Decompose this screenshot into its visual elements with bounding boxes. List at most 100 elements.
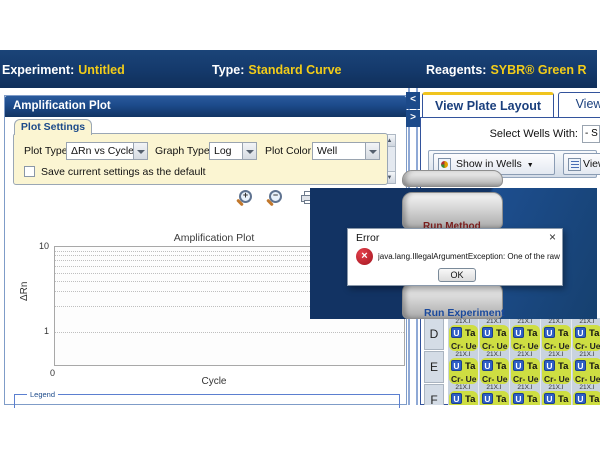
caret-down-icon: ▼ — [527, 162, 534, 169]
well-target: Ta — [558, 394, 568, 405]
well[interactable]: 21X.IUTaCr- Ue — [541, 351, 572, 384]
well[interactable]: 21X.IUTaCr- Ue — [541, 318, 572, 351]
collapse-left-icon[interactable]: < — [406, 92, 420, 109]
experiment-label: Experiment: — [2, 63, 74, 77]
well[interactable]: 21X.IUTaCr- Ue — [448, 351, 479, 384]
plot-type-label: Plot Type: — [24, 145, 71, 157]
well[interactable]: 21X.IUTaCr- Ue — [510, 318, 541, 351]
well-circle: UTaCr- Ue — [542, 358, 571, 384]
well-top-label: 21X.I — [541, 384, 571, 391]
ok-button[interactable]: OK — [438, 268, 476, 282]
well-circle: UTaCr- Ue — [511, 358, 540, 384]
well-top-label: 21X.I — [572, 384, 600, 391]
well-target: Ta — [558, 361, 568, 372]
plate-row-F: F21X.IUTaCr- Ue21X.IUTaCr- Ue21X.IUTaCr-… — [424, 384, 600, 405]
well-top-label: 21X.I — [510, 384, 540, 391]
well[interactable]: 21X.IUTaCr- Ue — [448, 318, 479, 351]
well-circle: UTaCr- Ue — [480, 391, 509, 405]
select-wells-dropdown[interactable]: - S — [582, 125, 600, 143]
graph-type-label: Graph Type: — [155, 145, 213, 157]
plot-color-dropdown[interactable]: Well — [312, 142, 380, 160]
close-icon[interactable]: × — [549, 230, 556, 244]
plot-color-label: Plot Color: — [265, 145, 314, 157]
chevron-down-icon[interactable] — [242, 143, 256, 159]
well-top-label: 21X.I — [541, 351, 571, 358]
tab-view-well-table[interactable]: View — [558, 92, 600, 118]
well-subtext: Cr- Ue — [451, 374, 477, 384]
type-value: Standard Curve — [248, 63, 341, 77]
run-experiment-label[interactable]: Run Experiment — [424, 307, 505, 319]
well-circle: UTaCr- Ue — [480, 358, 509, 384]
select-wells-label: Select Wells With: — [458, 128, 578, 140]
unknown-task-icon: U — [482, 393, 493, 404]
unknown-task-icon: U — [575, 393, 586, 404]
well-subtext: Cr- Ue — [513, 374, 539, 384]
well[interactable]: 21X.IUTaCr- Ue — [572, 351, 600, 384]
zoom-in-icon[interactable]: + — [239, 190, 252, 203]
unknown-task-icon: U — [482, 360, 493, 371]
well-circle: UTaCr- Ue — [480, 325, 509, 351]
well[interactable]: 21X.IUTaCr- Ue — [541, 384, 572, 405]
unknown-task-icon: U — [575, 360, 586, 371]
well-subtext: Cr- Ue — [451, 341, 477, 351]
well-top-label: 21X.I — [510, 351, 540, 358]
chevron-down-icon[interactable] — [133, 143, 147, 159]
well[interactable]: 21X.IUTaCr- Ue — [479, 351, 510, 384]
well[interactable]: 21X.IUTaCr- Ue — [479, 384, 510, 405]
well-target: Ta — [465, 361, 475, 372]
well-subtext: Cr- Ue — [482, 341, 508, 351]
legend-box: Legend — [14, 394, 400, 408]
save-default-label: Save current settings as the default — [41, 166, 206, 178]
reagents-field: Reagents:SYBR® Green R — [426, 63, 586, 77]
unknown-task-icon: U — [451, 327, 462, 338]
unknown-task-icon: U — [451, 360, 462, 371]
plate-row-D: D21X.IUTaCr- Ue21X.IUTaCr- Ue21X.IUTaCr-… — [424, 318, 600, 351]
well-top-label: 21X.I — [479, 384, 509, 391]
well[interactable]: 21X.IUTaCr- Ue — [479, 318, 510, 351]
plate-grid: D21X.IUTaCr- Ue21X.IUTaCr- Ue21X.IUTaCr-… — [424, 318, 600, 405]
experiment-value: Untitled — [78, 63, 125, 77]
panel-title: Amplification Plot — [5, 96, 406, 117]
row-label: F — [424, 384, 444, 405]
well-target: Ta — [589, 361, 599, 372]
chevron-down-icon[interactable] — [365, 143, 379, 159]
well[interactable]: 21X.IUTaCr- Ue — [572, 384, 600, 405]
well[interactable]: 21X.IUTaCr- Ue — [448, 384, 479, 405]
tab-view-plate-layout[interactable]: View Plate Layout — [422, 92, 554, 118]
plot-settings-row: Plot Type: ΔRn vs Cycle Graph Type: Log … — [14, 142, 387, 160]
well-top-label: 21X.I — [572, 351, 600, 358]
well-circle: UTaCr- Ue — [573, 391, 600, 405]
well[interactable]: 21X.IUTaCr- Ue — [572, 318, 600, 351]
well-top-label: 21X.I — [448, 318, 478, 325]
plot-color-value: Well — [317, 145, 337, 157]
collapse-right-icon[interactable]: > — [406, 110, 420, 127]
well-circle: UTaCr- Ue — [573, 325, 600, 351]
unknown-task-icon: U — [544, 393, 555, 404]
well-target: Ta — [527, 361, 537, 372]
well-subtext: Cr- Ue — [544, 341, 570, 351]
well-top-label: 21X.I — [479, 318, 509, 325]
well-target: Ta — [527, 394, 537, 405]
well-circle: UTaCr- Ue — [511, 391, 540, 405]
graph-type-dropdown[interactable]: Log — [209, 142, 257, 160]
save-default-checkbox[interactable] — [24, 166, 35, 177]
well-target: Ta — [527, 328, 537, 339]
plot-type-dropdown[interactable]: ΔRn vs Cycle — [66, 142, 148, 160]
error-icon: × — [356, 248, 373, 265]
well-top-label: 21X.I — [479, 351, 509, 358]
well-top-label: 21X.I — [448, 384, 478, 391]
view-legend-button[interactable]: View L — [563, 153, 600, 175]
reagents-value: SYBR® Green R — [490, 63, 586, 77]
plot-type-value: ΔRn vs Cycle — [71, 145, 134, 157]
well[interactable]: 21X.IUTaCr- Ue — [510, 384, 541, 405]
well-circle: UTaCr- Ue — [511, 325, 540, 351]
zoom-out-icon[interactable]: − — [269, 190, 282, 203]
unknown-task-icon: U — [575, 327, 586, 338]
error-message: java.lang.IllegalArgumentException: One … — [378, 252, 560, 261]
well-circle: UTa Cr- Ue — [449, 358, 478, 384]
unknown-task-icon: U — [544, 360, 555, 371]
tab-plot-settings[interactable]: Plot Settings — [14, 119, 92, 135]
well[interactable]: 21X.IUTaCr- Ue — [510, 351, 541, 384]
unknown-task-icon: U — [513, 393, 524, 404]
well-circle: UTaCr- Ue — [573, 358, 600, 384]
